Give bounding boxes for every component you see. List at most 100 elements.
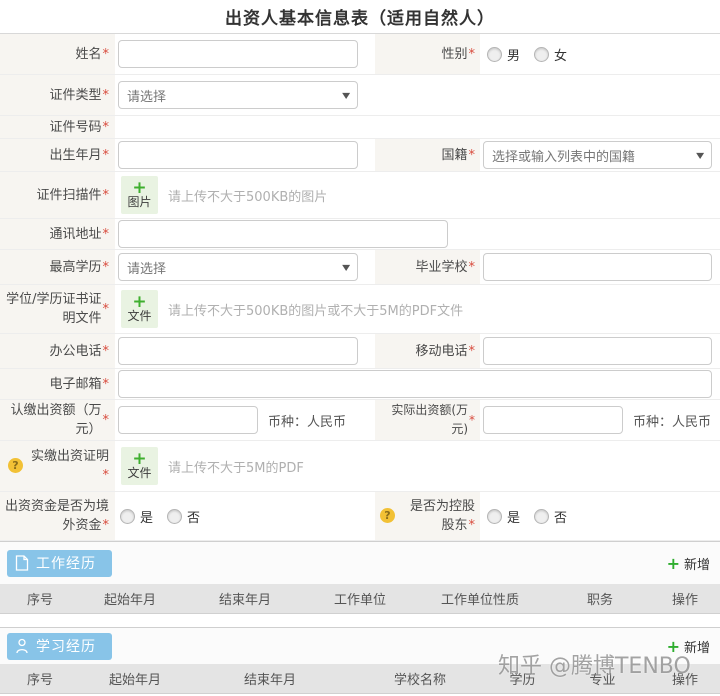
study-col-degree: 学历 xyxy=(509,673,536,688)
chevron-down-icon: ▼ xyxy=(341,90,350,100)
required-mark: * xyxy=(468,259,476,275)
birth-date-field-cell xyxy=(115,139,375,171)
actual-capital-input[interactable] xyxy=(483,406,623,434)
cert-scan-upload-button[interactable]: + 图片 xyxy=(121,176,158,214)
work-experience-title: 工作经历 xyxy=(36,556,96,572)
name-field-cell xyxy=(115,34,375,74)
cert-scan-hint: 请上传不大于500KB的图片 xyxy=(168,189,328,205)
email-field-cell xyxy=(115,369,720,399)
mobile-phone-label: 移动电话 * xyxy=(375,334,480,368)
nationality-field-cell: 选择或输入列表中的国籍 ▼ xyxy=(480,139,720,171)
actual-currency-note: 币种：人民币 xyxy=(633,414,712,430)
nationality-label: 国籍 * xyxy=(375,139,480,171)
row-capital: 认缴出资额（万元） * 币种：人民币 实际出资额(万元) * 币种：人民币 xyxy=(0,400,720,441)
name-label: 姓名 * xyxy=(0,34,115,74)
school-field-cell xyxy=(480,250,720,284)
work-experience-badge: 工作经历 xyxy=(7,549,112,577)
foreign-funds-label: 出资资金是否为境外资金* xyxy=(0,492,115,540)
row-degree-files: 学位/学历证书证明文件 * + 文件 请上传不大于500KB的图片或不大于5M的P… xyxy=(0,285,720,334)
controlling-no-radio[interactable] xyxy=(534,508,550,524)
mobile-phone-field-cell xyxy=(480,334,720,368)
controlling-yes-radio[interactable] xyxy=(487,508,502,524)
work-add-button[interactable]: + 新增 xyxy=(667,554,710,573)
education-field-cell: 请选择 ▼ xyxy=(115,250,375,284)
cert-type-label: 证件类型 * xyxy=(0,75,115,115)
address-input[interactable] xyxy=(118,220,448,248)
nationality-select[interactable]: 选择或输入列表中的国籍 ▼ xyxy=(483,141,712,169)
required-mark: * xyxy=(102,259,110,275)
cert-type-select[interactable]: 请选择 ▼ xyxy=(118,81,358,109)
row-name-gender: 姓名 * 性别 * 男 女 xyxy=(0,34,720,75)
work-col-employer: 工作单位 xyxy=(333,593,386,608)
study-table-header: 序号 起始年月 结束年月 学校名称 学历 专业 操作 xyxy=(0,664,720,694)
row-foreign-controlling: 出资资金是否为境外资金* 是 否 ? 是否为控股股东* 是 否 xyxy=(0,492,720,541)
required-mark: * xyxy=(468,46,476,62)
cert-scan-field-cell: + 图片 请上传不大于500KB的图片 xyxy=(115,172,720,218)
plus-icon: + xyxy=(666,553,680,573)
foreign-funds-yes-radio[interactable] xyxy=(120,508,135,524)
study-col-end: 结束年月 xyxy=(243,673,296,688)
required-mark: * xyxy=(102,343,110,359)
subscribed-capital-input[interactable] xyxy=(118,406,258,434)
row-paid-proof: ? 实缴出资证明* + 文件 请上传不大于5M的PDF xyxy=(0,441,720,492)
actual-capital-label: 实际出资额(万元) * xyxy=(375,400,480,440)
degree-files-label: 学位/学历证书证明文件 * xyxy=(0,285,115,333)
gender-female-radio[interactable] xyxy=(534,46,550,62)
required-mark: * xyxy=(102,301,110,317)
education-select[interactable]: 请选择 ▼ xyxy=(118,253,358,281)
required-mark: * xyxy=(102,119,110,135)
row-phones: 办公电话 * 移动电话 * xyxy=(0,334,720,369)
cert-number-label: 证件号码 * xyxy=(0,116,115,138)
foreign-funds-no-radio[interactable] xyxy=(167,508,183,524)
study-col-actions: 操作 xyxy=(671,673,698,688)
required-mark: * xyxy=(468,518,476,533)
required-mark: * xyxy=(102,468,110,483)
person-icon xyxy=(16,638,28,654)
question-icon[interactable]: ? xyxy=(8,458,23,473)
title-bar: 出资人基本信息表（适用自然人） xyxy=(0,0,720,34)
birth-date-input[interactable] xyxy=(118,141,358,169)
paid-proof-upload-button[interactable]: + 文件 xyxy=(121,447,158,485)
plus-icon: + xyxy=(666,636,680,656)
degree-files-upload-button[interactable]: + 文件 xyxy=(121,290,158,328)
work-col-actions: 操作 xyxy=(671,593,698,608)
row-email: 电子邮箱 * xyxy=(0,369,720,400)
study-add-button[interactable]: + 新增 xyxy=(667,637,710,656)
work-table-header: 序号 起始年月 结束年月 工作单位 工作单位性质 职务 操作 xyxy=(0,584,720,614)
mobile-phone-input[interactable] xyxy=(483,337,712,365)
plus-icon: + xyxy=(132,449,147,469)
required-mark: * xyxy=(102,46,110,62)
foreign-funds-yes-label: 是 xyxy=(140,510,154,526)
upload-file-label: 文件 xyxy=(127,466,152,480)
gender-label: 性别 * xyxy=(375,34,480,74)
required-mark: * xyxy=(469,412,475,427)
controlling-yes-label: 是 xyxy=(507,510,521,526)
email-input[interactable] xyxy=(118,370,712,398)
investor-info-form-page: 出资人基本信息表（适用自然人） 姓名 * 性别 * 男 女 证件类型 * 请选择 ▼ … xyxy=(0,0,720,696)
paid-proof-label: ? 实缴出资证明* xyxy=(0,441,115,491)
name-input[interactable] xyxy=(118,40,358,68)
question-icon[interactable]: ? xyxy=(380,508,395,523)
required-mark: * xyxy=(102,87,110,103)
document-icon xyxy=(15,555,29,571)
required-mark: * xyxy=(102,226,110,242)
subscribed-currency-note: 币种：人民币 xyxy=(268,414,347,430)
chevron-down-icon: ▼ xyxy=(695,150,704,160)
office-phone-input[interactable] xyxy=(118,337,358,365)
required-mark: * xyxy=(102,412,110,428)
work-col-employer-type: 工作单位性质 xyxy=(440,593,519,608)
required-mark: * xyxy=(102,518,110,533)
cert-scan-label: 证件扫描件 * xyxy=(0,172,115,218)
gender-field-cell: 男 女 xyxy=(480,34,720,74)
upload-image-label: 图片 xyxy=(127,195,152,209)
school-input[interactable] xyxy=(483,253,712,281)
paid-proof-field-cell: + 文件 请上传不大于5M的PDF xyxy=(115,441,720,491)
study-experience-section-header: 学习经历 + 新增 xyxy=(0,627,720,664)
row-cert-scan: 证件扫描件 * + 图片 请上传不大于500KB的图片 xyxy=(0,172,720,219)
work-col-position: 职务 xyxy=(586,593,613,608)
work-col-start: 起始年月 xyxy=(103,593,156,608)
gender-male-radio[interactable] xyxy=(487,46,502,62)
required-mark: * xyxy=(468,343,476,359)
chevron-down-icon: ▼ xyxy=(341,262,350,272)
row-birth-nationality: 出生年月 * 国籍 * 选择或输入列表中的国籍 ▼ xyxy=(0,139,720,172)
